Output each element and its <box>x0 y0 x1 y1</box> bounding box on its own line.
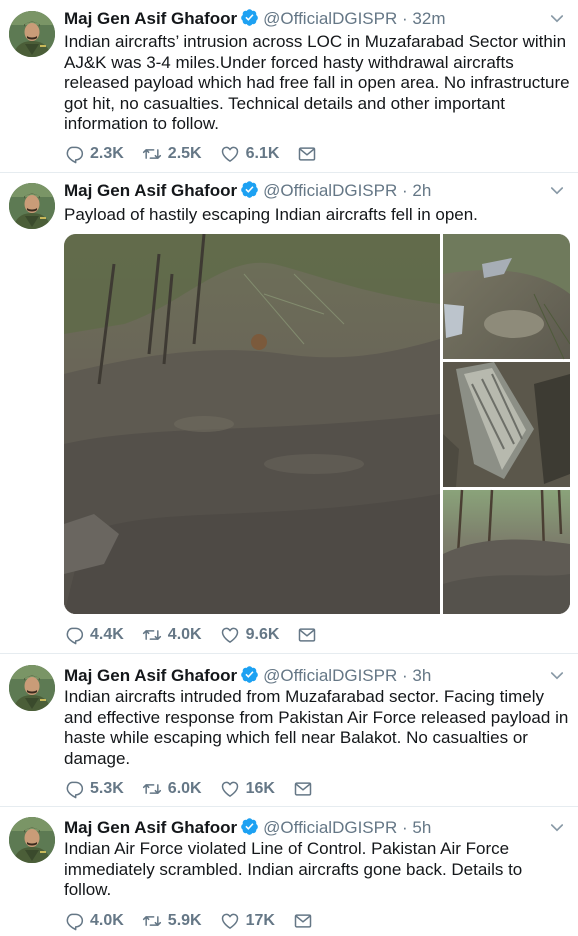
tweet-text: Indian aircrafts intruded from Muzafarab… <box>64 687 569 768</box>
photo-grid-images <box>64 234 570 614</box>
tweet-text: Indian Air Force violated Line of Contro… <box>64 839 523 899</box>
retweet-button[interactable]: 4.0K <box>142 625 202 645</box>
dm-button[interactable] <box>297 144 323 164</box>
envelope-icon <box>293 911 313 931</box>
author-handle[interactable]: @OfficialDGISPR <box>263 9 397 28</box>
dm-button[interactable] <box>297 625 323 645</box>
envelope-icon <box>293 779 313 799</box>
tweet-header: Maj Gen Asif Ghafoor @OfficialDGISPR · 5h <box>64 817 431 839</box>
heart-icon <box>220 911 240 931</box>
reply-icon <box>64 144 84 164</box>
like-count: 16K <box>245 780 275 797</box>
like-count: 17K <box>245 912 275 929</box>
reply-button[interactable]: 4.4K <box>64 625 124 645</box>
dm-button[interactable] <box>293 911 319 931</box>
tweet-timestamp[interactable]: 2h <box>412 181 431 200</box>
separator-dot: · <box>402 818 408 837</box>
retweet-icon <box>142 144 162 164</box>
avatar[interactable] <box>9 665 55 711</box>
retweet-count: 4.0K <box>167 626 202 643</box>
reply-count: 2.3K <box>90 145 124 162</box>
tweet-timestamp[interactable]: 5h <box>412 818 431 837</box>
retweet-count: 2.5K <box>167 145 202 162</box>
avatar[interactable] <box>9 11 55 57</box>
heart-icon <box>220 625 240 645</box>
reply-icon <box>64 911 84 931</box>
dm-button[interactable] <box>293 779 319 799</box>
retweet-icon <box>142 911 162 931</box>
author-name[interactable]: Maj Gen Asif Ghafoor <box>64 818 237 837</box>
verified-badge-icon <box>240 817 259 836</box>
reply-count: 4.4K <box>90 626 124 643</box>
tweet-header: Maj Gen Asif Ghafoor @OfficialDGISPR · 32… <box>64 8 445 30</box>
envelope-icon <box>297 144 317 164</box>
chevron-down-icon[interactable] <box>548 182 566 200</box>
retweet-icon <box>142 779 162 799</box>
retweet-button[interactable]: 6.0K <box>142 779 202 799</box>
reply-button[interactable]: 2.3K <box>64 144 124 164</box>
reply-count: 5.3K <box>90 780 124 797</box>
separator-dot: · <box>402 666 408 685</box>
author-name[interactable]: Maj Gen Asif Ghafoor <box>64 666 237 685</box>
verified-badge-icon <box>240 8 259 27</box>
tweet[interactable]: Maj Gen Asif Ghafoor @OfficialDGISPR · 3h… <box>0 654 578 806</box>
retweet-count: 5.9K <box>167 912 202 929</box>
photo-grid <box>64 234 570 614</box>
tweet-actions: 4.4K 4.0K 9.6K <box>64 624 341 646</box>
tweet-timestamp[interactable]: 32m <box>412 9 445 28</box>
photo-main[interactable] <box>64 234 440 614</box>
retweet-button[interactable]: 2.5K <box>142 144 202 164</box>
photo-thumb-1[interactable] <box>443 234 570 360</box>
reply-button[interactable]: 4.0K <box>64 911 124 931</box>
tweet-actions: 4.0K 5.9K 17K <box>64 910 337 932</box>
tweet-text: Indian aircrafts’ intrusion across LOC i… <box>64 32 570 133</box>
like-count: 6.1K <box>245 145 280 162</box>
separator-dot: · <box>402 9 408 28</box>
tweet[interactable]: Maj Gen Asif Ghafoor @OfficialDGISPR · 5h… <box>0 807 578 936</box>
heart-icon <box>220 144 240 164</box>
retweet-count: 6.0K <box>167 780 202 797</box>
photo-thumb-2[interactable] <box>443 362 570 487</box>
reply-button[interactable]: 5.3K <box>64 779 124 799</box>
like-button[interactable]: 9.6K <box>220 625 280 645</box>
author-handle[interactable]: @OfficialDGISPR <box>263 666 397 685</box>
chevron-down-icon[interactable] <box>548 819 566 837</box>
avatar[interactable] <box>9 817 55 863</box>
author-name[interactable]: Maj Gen Asif Ghafoor <box>64 9 237 28</box>
chevron-down-icon[interactable] <box>548 10 566 28</box>
tweet-header: Maj Gen Asif Ghafoor @OfficialDGISPR · 3h <box>64 665 431 687</box>
author-handle[interactable]: @OfficialDGISPR <box>263 181 397 200</box>
retweet-button[interactable]: 5.9K <box>142 911 202 931</box>
tweet-text: Payload of hastily escaping Indian aircr… <box>64 205 478 224</box>
reply-icon <box>64 779 84 799</box>
tweet-actions: 5.3K 6.0K 16K <box>64 778 337 800</box>
tweet[interactable]: Maj Gen Asif Ghafoor @OfficialDGISPR · 32… <box>0 0 578 172</box>
retweet-icon <box>142 625 162 645</box>
reply-icon <box>64 625 84 645</box>
reply-count: 4.0K <box>90 912 124 929</box>
like-button[interactable]: 17K <box>220 911 275 931</box>
separator-dot: · <box>402 181 408 200</box>
like-button[interactable]: 6.1K <box>220 144 280 164</box>
author-handle[interactable]: @OfficialDGISPR <box>263 818 397 837</box>
photo-thumb-3[interactable] <box>443 489 570 614</box>
avatar[interactable] <box>9 183 55 229</box>
chevron-down-icon[interactable] <box>548 667 566 685</box>
tweet[interactable]: Maj Gen Asif Ghafoor @OfficialDGISPR · 2h… <box>0 173 578 653</box>
heart-icon <box>220 779 240 799</box>
tweet-actions: 2.3K 2.5K 6.1K <box>64 143 341 165</box>
like-button[interactable]: 16K <box>220 779 275 799</box>
envelope-icon <box>297 625 317 645</box>
verified-badge-icon <box>240 665 259 684</box>
verified-badge-icon <box>240 180 259 199</box>
tweet-timestamp[interactable]: 3h <box>412 666 431 685</box>
like-count: 9.6K <box>245 626 280 643</box>
author-name[interactable]: Maj Gen Asif Ghafoor <box>64 181 237 200</box>
tweet-header: Maj Gen Asif Ghafoor @OfficialDGISPR · 2h <box>64 180 431 202</box>
